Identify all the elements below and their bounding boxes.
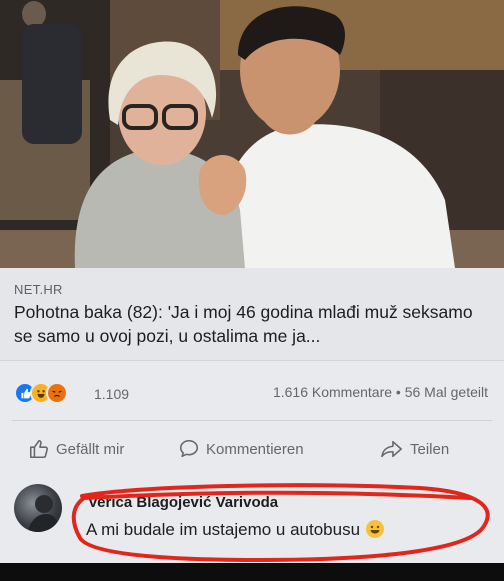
comment-author[interactable]: Verica Blagojević Varivoda <box>88 494 278 511</box>
comment-label: Kommentieren <box>206 440 304 458</box>
share-label: Teilen <box>410 440 450 458</box>
comment-text-content: A mi budale im ustajemo u autobusu <box>86 520 361 539</box>
divider <box>12 420 492 421</box>
comments-shares[interactable]: 1.616 Kommentare • 56 Mal geteilt <box>273 384 488 400</box>
post-photo[interactable] <box>0 0 504 268</box>
avatar[interactable] <box>14 484 62 532</box>
comment-text: A mi budale im ustajemo u autobusu <box>86 520 385 540</box>
engagement-bar: 1.109 1.616 Kommentare • 56 Mal geteilt <box>0 380 504 408</box>
comment: Verica Blagojević Varivoda A mi budale i… <box>0 468 504 563</box>
link-headline[interactable]: Pohotna baka (82): 'Ja i moj 46 godina m… <box>14 300 494 348</box>
photo-illustration <box>0 0 504 268</box>
like-label: Gefällt mir <box>56 440 125 458</box>
reaction-count: 1.109 <box>94 386 130 402</box>
angry-icon <box>46 382 68 404</box>
bottom-bar <box>0 563 504 581</box>
comment-icon <box>179 439 199 458</box>
link-preview[interactable]: NET.HR Pohotna baka (82): 'Ja i moj 46 g… <box>0 268 504 361</box>
grinning-face-icon <box>366 520 385 538</box>
comment-button[interactable]: Kommentieren <box>178 434 304 464</box>
post-card: NET.HR Pohotna baka (82): 'Ja i moj 46 g… <box>0 268 504 468</box>
separator: • <box>395 384 401 400</box>
share-button[interactable]: Teilen <box>380 434 449 464</box>
like-button[interactable]: Gefällt mir <box>28 434 124 464</box>
link-source: NET.HR <box>14 282 63 297</box>
share-count[interactable]: 56 Mal geteilt <box>405 384 488 400</box>
thumbs-up-icon <box>29 439 48 459</box>
comment-count[interactable]: 1.616 Kommentare <box>273 384 392 400</box>
share-icon <box>381 440 402 458</box>
post-actions: Gefällt mir Kommentieren Teilen <box>0 434 504 464</box>
